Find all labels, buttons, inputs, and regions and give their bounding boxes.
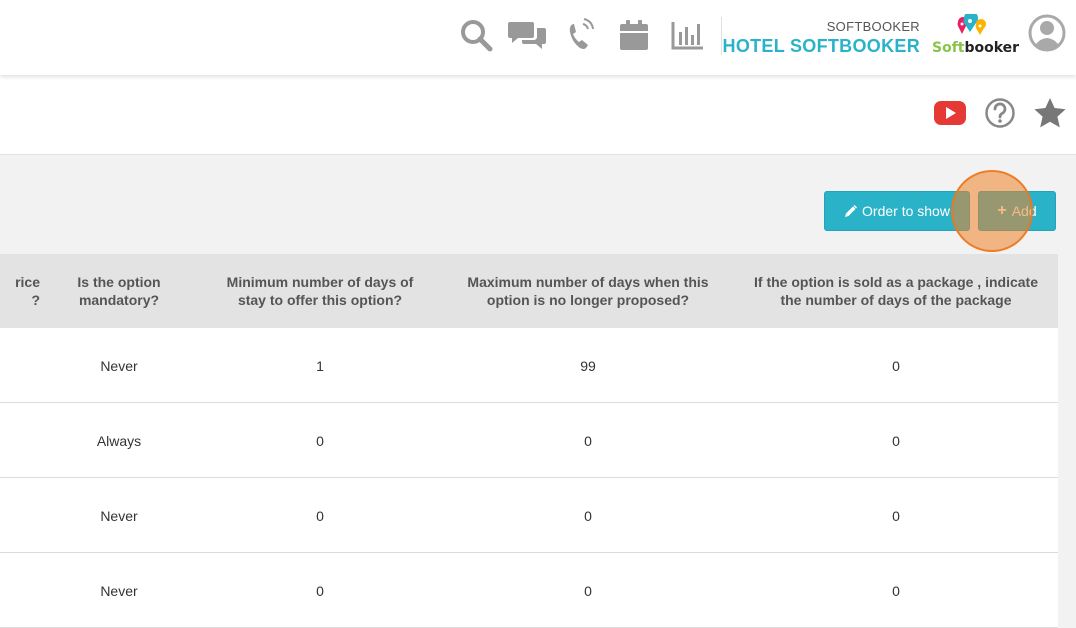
cell-price (0, 478, 40, 553)
pencil-icon (845, 204, 858, 217)
table-header: rice ? Is the option mandatory? Minimum … (0, 254, 1058, 328)
hotel-name: HOTEL SOFTBOOKER (722, 36, 920, 56)
brand-subtitle: SOFTBOOKER (826, 19, 920, 34)
header-package-days-text: If the option is sold as a package , ind… (754, 274, 1038, 308)
logo-soft: Soft (932, 40, 965, 56)
user-avatar-icon[interactable] (1028, 14, 1066, 52)
scrollbar-track[interactable] (1058, 254, 1076, 600)
header-mandatory: Is the option mandatory? (44, 254, 194, 328)
cell-price (0, 328, 40, 403)
order-to-show-button[interactable]: Order to show (824, 191, 970, 231)
cell-max-days: 99 (580, 357, 596, 374)
youtube-icon[interactable] (933, 96, 967, 130)
cell-package-days: 0 (892, 507, 900, 524)
cell-mandatory: Always (96, 432, 142, 449)
cell-min-days: 0 (316, 582, 324, 599)
table-row[interactable]: Always 0 0 0 (0, 403, 1058, 478)
header-min-days-text: Minimum number of days of stay to offer … (226, 274, 414, 308)
cell-max-days: 0 (584, 507, 592, 524)
cell-mandatory: Never (100, 507, 138, 524)
cell-max-days: 0 (584, 432, 592, 449)
logo-wordmark: Softbooker (932, 40, 1019, 56)
help-icon[interactable] (983, 96, 1017, 130)
plus-icon: + (997, 202, 1007, 219)
header-price: rice ? (0, 254, 40, 328)
cell-mandatory: Never (100, 357, 138, 374)
order-to-show-label: Order to show (862, 203, 950, 219)
search-icon[interactable] (456, 14, 496, 56)
header-package-days: If the option is sold as a package , ind… (745, 254, 1047, 328)
logo-booker: booker (964, 40, 1020, 56)
table-row[interactable]: Never 0 0 0 (0, 553, 1058, 628)
top-bar: SOFTBOOKER HOTEL SOFTBOOKER Softbooker (0, 0, 1076, 75)
star-icon[interactable] (1033, 96, 1067, 130)
chart-icon[interactable] (668, 14, 708, 56)
header-min-days: Minimum number of days of stay to offer … (210, 254, 430, 328)
softbooker-logo[interactable]: Softbooker (928, 14, 1019, 60)
header-price-text: rice ? (15, 274, 40, 308)
header-max-days: Maximum number of days when this option … (455, 254, 721, 328)
calendar-icon[interactable] (614, 14, 654, 56)
cell-min-days: 0 (316, 507, 324, 524)
cell-mandatory: Never (100, 582, 138, 599)
table-row[interactable]: Never 0 0 0 (0, 478, 1058, 553)
cell-min-days: 1 (316, 357, 324, 374)
options-table: rice ? Is the option mandatory? Minimum … (0, 254, 1058, 628)
table-row[interactable]: Never 1 99 0 (0, 328, 1058, 403)
page-subheader (0, 75, 1076, 155)
add-label: Add (1011, 203, 1037, 219)
header-max-days-text: Maximum number of days when this option … (467, 274, 709, 308)
cell-package-days: 0 (892, 357, 900, 374)
phone-icon[interactable] (561, 14, 601, 56)
add-button[interactable]: + Add (978, 191, 1056, 231)
cell-price (0, 553, 40, 628)
cell-price (0, 403, 40, 478)
cell-max-days: 0 (584, 582, 592, 599)
cell-min-days: 0 (316, 432, 324, 449)
chat-icon[interactable] (508, 14, 548, 56)
cell-package-days: 0 (892, 582, 900, 599)
header-mandatory-text: Is the option mandatory? (77, 274, 161, 308)
cell-package-days: 0 (892, 432, 900, 449)
